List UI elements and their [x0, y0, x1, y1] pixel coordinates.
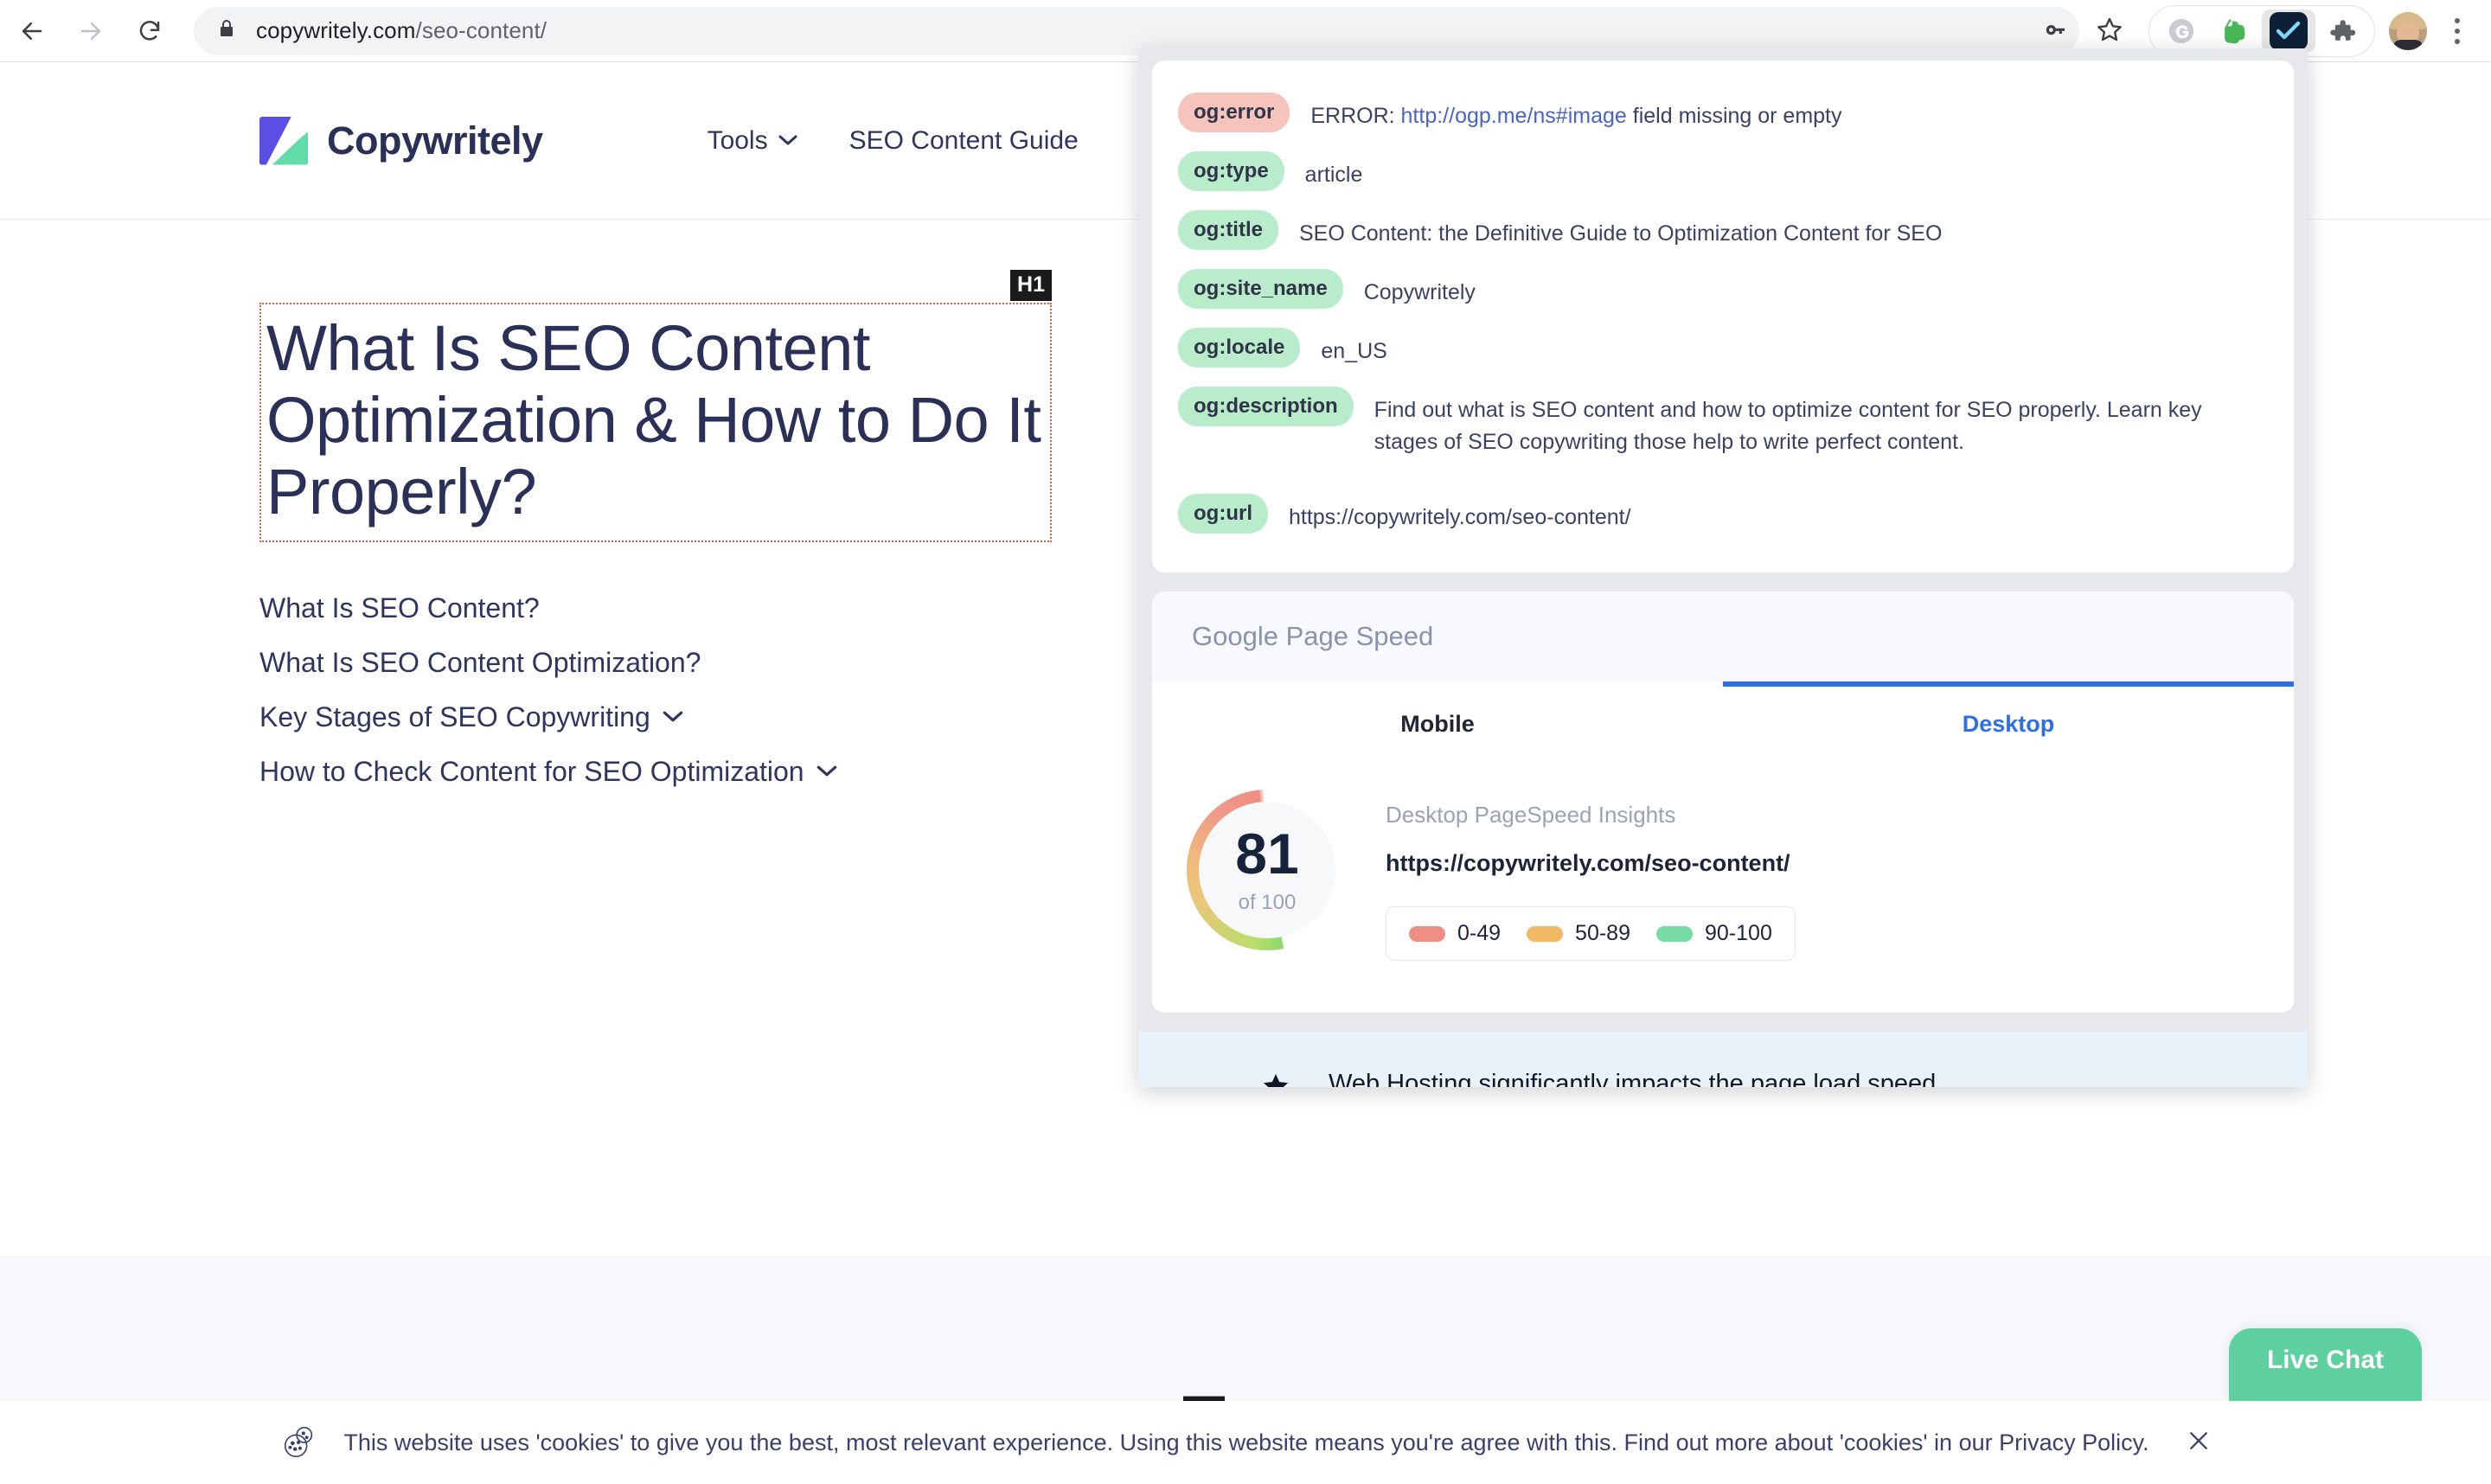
og-tag-label: og:description	[1178, 387, 1354, 426]
og-row-error: og:error ERROR: http://ogp.me/ns#image f…	[1178, 83, 2268, 142]
menu-dot	[2455, 18, 2460, 23]
og-tag-label: og:title	[1178, 210, 1278, 250]
chevron-down-icon	[778, 132, 797, 150]
key-icon	[2043, 16, 2069, 47]
og-row-url: og:url https://copywritely.com/seo-conte…	[1178, 484, 2268, 543]
og-row-title: og:title SEO Content: the Definitive Gui…	[1178, 201, 2268, 259]
cookie-consent-text: This website uses 'cookies' to give you …	[343, 1429, 2149, 1455]
url-domain: copywritely.com	[256, 17, 416, 43]
bookmark-star-icon	[2096, 16, 2123, 48]
og-tag-value: ERROR: http://ogp.me/ns#image field miss…	[1310, 93, 1841, 132]
legend-range-label: 90-100	[1705, 921, 1772, 945]
hosting-line-1: Web Hosting significantly impacts the pa…	[1329, 1070, 1943, 1087]
page-speed-insights-label: Desktop PageSpeed Insights	[1386, 802, 1676, 828]
open-graph-card: og:error ERROR: http://ogp.me/ns#image f…	[1152, 61, 2294, 572]
h1-highlight-wrapper: H1 What Is SEO Content Optimization & Ho…	[259, 270, 1052, 542]
og-error-link[interactable]: http://ogp.me/ns#image	[1401, 104, 1627, 128]
web-hosting-promo: Web Hosting significantly impacts the pa…	[1138, 1032, 2308, 1087]
menu-dot	[2455, 29, 2460, 34]
puzzle-extensions-icon[interactable]	[2315, 10, 2369, 53]
close-icon[interactable]	[2186, 1428, 2212, 1458]
legend-range-label: 0-49	[1457, 921, 1502, 945]
toc-item-label: What Is SEO Content?	[259, 592, 540, 624]
menu-dot	[2455, 39, 2460, 44]
copywritely-logo-icon	[259, 116, 308, 165]
site-nav: Tools SEO Content Guide	[708, 126, 1079, 156]
og-tag-label: og:url	[1178, 494, 1268, 534]
page-speed-legend: 0-49 50-89 90-100	[1386, 906, 1796, 961]
back-arrow-icon	[19, 18, 45, 44]
page-speed-tabs: Mobile Desktop	[1152, 681, 2294, 760]
lock-icon	[216, 18, 237, 43]
reload-button[interactable]	[123, 4, 176, 58]
star-icon	[1261, 1071, 1290, 1087]
tab-mobile[interactable]: Mobile	[1152, 681, 1723, 760]
og-tag-value: Find out what is SEO content and how to …	[1374, 398, 2202, 454]
og-row-site-name: og:site_name Copywritely	[1178, 259, 2268, 318]
nav-item-seo-content-guide[interactable]: SEO Content Guide	[849, 126, 1079, 156]
og-tag-value: en_US	[1321, 339, 1387, 363]
profile-avatar[interactable]	[2389, 12, 2427, 50]
google-page-speed-card: Google Page Speed Mobile Desktop 81 of 1…	[1152, 592, 2294, 1013]
toc-item-label: Key Stages of SEO Copywriting	[259, 700, 650, 732]
legend-color-swatch	[1656, 925, 1693, 942]
og-tag-label: og:locale	[1178, 328, 1301, 368]
page-speed-url: https://copywritely.com/seo-content/	[1386, 850, 1790, 876]
h1-tag-badge: H1	[1010, 270, 1052, 301]
address-bar-text: copywritely.com/seo-content/	[256, 17, 547, 44]
legend-item-low: 0-49	[1409, 921, 1501, 946]
toc-item-label: How to Check Content for SEO Optimizatio…	[259, 755, 804, 787]
legend-item-medium: 50-89	[1527, 921, 1630, 946]
back-button[interactable]	[5, 4, 59, 58]
avatar-body	[2392, 40, 2424, 50]
evernote-extension-icon[interactable]	[2208, 10, 2262, 53]
cookie-consent-bar: This website uses 'cookies' to give you …	[0, 1401, 2491, 1484]
legend-range-label: 50-89	[1575, 921, 1630, 945]
page-title: What Is SEO Content Optimization & How t…	[259, 303, 1052, 542]
og-tag-label: og:error	[1178, 93, 1290, 132]
chrome-menu-icon[interactable]	[2432, 4, 2482, 58]
og-tag-value: SEO Content: the Definitive Guide to Opt…	[1298, 221, 1943, 246]
forward-arrow-icon	[78, 18, 104, 44]
site-logo-text: Copywritely	[327, 118, 543, 163]
og-row-type: og:type article	[1178, 142, 2268, 201]
nav-item-tools[interactable]: Tools	[708, 126, 797, 156]
og-tag-label: og:type	[1178, 151, 1284, 191]
nav-item-label: Tools	[707, 125, 768, 155]
url-path: /seo-content/	[415, 17, 548, 43]
og-tag-value: https://copywritely.com/seo-content/	[1288, 505, 1631, 529]
og-row-locale: og:locale en_US	[1178, 318, 2268, 377]
page-speed-score-gauge: 81 of 100	[1187, 790, 1348, 950]
forward-button[interactable]	[64, 4, 118, 58]
og-tag-label: og:site_name	[1178, 269, 1343, 309]
seo-checker-extension-icon[interactable]	[2262, 10, 2315, 53]
gauge-inner: 81 of 100	[1187, 790, 1348, 950]
site-logo[interactable]: Copywritely	[259, 116, 543, 165]
cookie-icon	[279, 1421, 319, 1465]
chevron-down-icon[interactable]	[816, 759, 837, 784]
page-speed-body: 81 of 100 Desktop PageSpeed Insights htt…	[1152, 760, 2294, 1013]
chevron-down-icon[interactable]	[663, 705, 683, 729]
legend-item-high: 90-100	[1656, 921, 1772, 946]
grammarly-extension-icon[interactable]	[2155, 10, 2208, 53]
legend-color-swatch	[1409, 925, 1445, 942]
og-tag-value: article	[1304, 163, 1363, 187]
page-speed-title: Google Page Speed	[1152, 592, 2294, 681]
reload-icon	[137, 18, 163, 44]
toc-item-label: What Is SEO Content Optimization?	[259, 646, 701, 678]
og-error-suffix: field missing or empty	[1626, 104, 1842, 128]
web-hosting-promo-text: Web Hosting significantly impacts the pa…	[1329, 1065, 2117, 1087]
page-speed-score: 81	[1235, 822, 1299, 886]
page-speed-info: Desktop PageSpeed Insights https://copyw…	[1386, 790, 1796, 961]
seo-extension-popup: og:error ERROR: http://ogp.me/ns#image f…	[1138, 48, 2308, 1087]
og-row-description: og:description Find out what is SEO cont…	[1178, 377, 2268, 467]
page-speed-score-max: of 100	[1238, 891, 1297, 914]
nav-item-label: SEO Content Guide	[848, 125, 1079, 155]
legend-color-swatch	[1527, 925, 1564, 942]
live-chat-button[interactable]: Live Chat	[2228, 1328, 2422, 1401]
tab-desktop[interactable]: Desktop	[1723, 681, 2294, 760]
og-error-prefix: ERROR:	[1310, 104, 1401, 128]
og-tag-value: Copywritely	[1363, 280, 1476, 304]
